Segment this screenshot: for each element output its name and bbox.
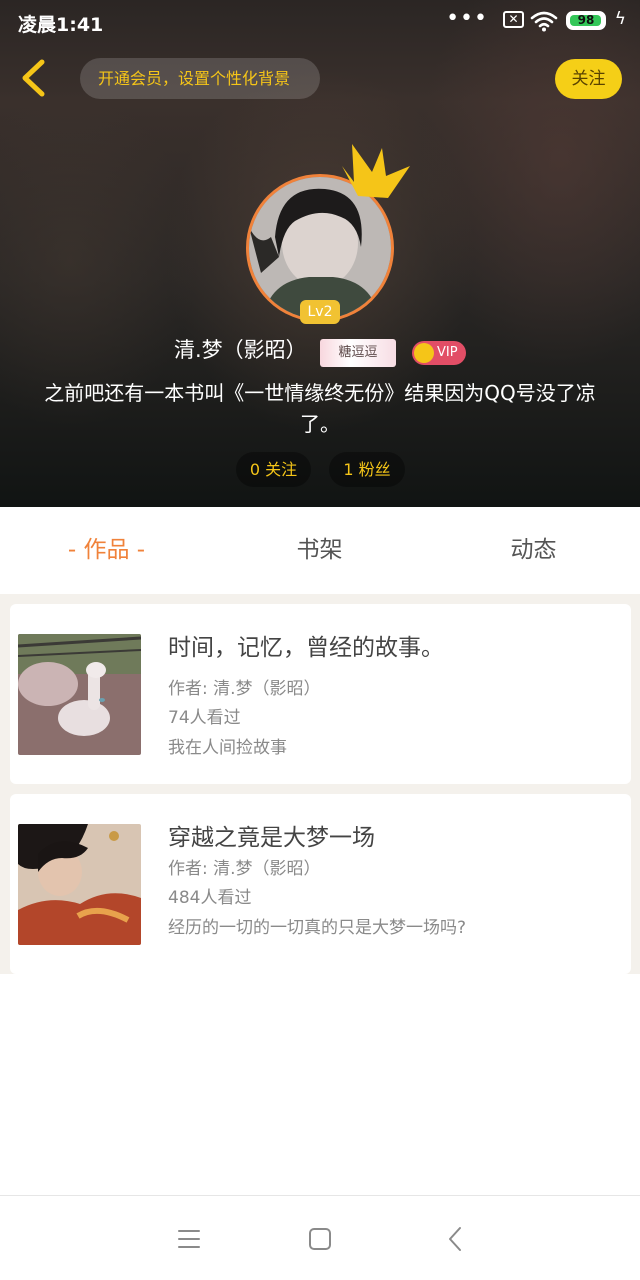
work-intro: 我在人间捡故事	[168, 738, 287, 758]
name-row: 清.梦（影昭） 糖逗逗 VIP	[0, 330, 640, 370]
profile-tabs: - 作品 - 书架 动态	[0, 507, 640, 594]
followers-count[interactable]: 1 粉丝	[329, 452, 405, 487]
work-title: 时间，记忆，曾经的故事。	[168, 635, 444, 661]
cover-image	[18, 634, 141, 755]
back-button[interactable]	[12, 56, 56, 100]
chevron-left-icon	[22, 59, 45, 97]
following-count[interactable]: 0 关注	[236, 452, 311, 487]
follow-stats: 0 关注 1 粉丝	[0, 452, 640, 488]
crown-icon	[342, 144, 410, 198]
work-views: 74人看过	[168, 708, 241, 728]
vip-crown-icon	[414, 343, 434, 363]
follow-button[interactable]: 关注	[555, 59, 622, 99]
bolt-icon: ϟ	[614, 9, 626, 29]
status-time: 凌晨1:41	[18, 14, 104, 36]
work-views: 484人看过	[168, 888, 252, 908]
works-list: 时间，记忆，曾经的故事。 作者: 清.梦（影昭） 74人看过 我在人间捡故事 穿…	[0, 594, 640, 974]
wifi-icon	[530, 11, 558, 32]
list-item[interactable]: 时间，记忆，曾经的故事。 作者: 清.梦（影昭） 74人看过 我在人间捡故事	[10, 604, 631, 784]
tab-activity[interactable]: 动态	[427, 507, 640, 594]
book-cover	[18, 824, 141, 945]
tab-bookshelf[interactable]: 书架	[213, 507, 426, 594]
vip-background-banner[interactable]: 开通会员，设置个性化背景	[80, 58, 320, 99]
medal-tag[interactable]: 糖逗逗	[320, 339, 396, 367]
work-intro: 经历的一切的一切真的只是大梦一场吗?	[168, 918, 467, 938]
status-bar: 凌晨1:41 ••• ✕ 98 ϟ	[0, 0, 640, 44]
menu-icon[interactable]	[174, 1224, 204, 1254]
user-bio: 之前吧还有一本书叫《一世情缘终无份》结果因为QQ号没了凉了。	[44, 381, 596, 436]
cover-image	[18, 824, 141, 945]
level-badge: Lv2	[300, 300, 340, 324]
profile-header: 凌晨1:41 ••• ✕ 98 ϟ 开通会员，设置个性化背景 关注 Lv2 清.…	[0, 0, 640, 507]
vip-label: VIP	[437, 345, 458, 360]
home-square-icon[interactable]	[305, 1224, 335, 1254]
status-icons: ••• ✕ 98 ϟ	[398, 6, 628, 34]
battery-level: 98	[577, 13, 595, 27]
book-cover	[18, 634, 141, 755]
tab-works[interactable]: - 作品 -	[0, 507, 213, 594]
system-nav-bar	[0, 1195, 640, 1280]
sim-x-icon: ✕	[503, 11, 524, 28]
back-triangle-icon[interactable]	[440, 1224, 470, 1254]
list-item[interactable]: 穿越之竟是大梦一场 作者: 清.梦（影昭） 484人看过 经历的一切的一切真的只…	[10, 794, 631, 974]
avatar-container[interactable]: Lv2	[246, 144, 410, 324]
battery-indicator: 98	[566, 11, 606, 30]
work-author: 作者: 清.梦（影昭）	[168, 859, 321, 879]
more-dots-icon: •••	[446, 6, 488, 31]
vip-badge[interactable]: VIP	[412, 341, 466, 365]
work-title: 穿越之竟是大梦一场	[168, 825, 375, 851]
work-author: 作者: 清.梦（影昭）	[168, 679, 321, 699]
user-name: 清.梦（影昭）	[174, 338, 307, 362]
